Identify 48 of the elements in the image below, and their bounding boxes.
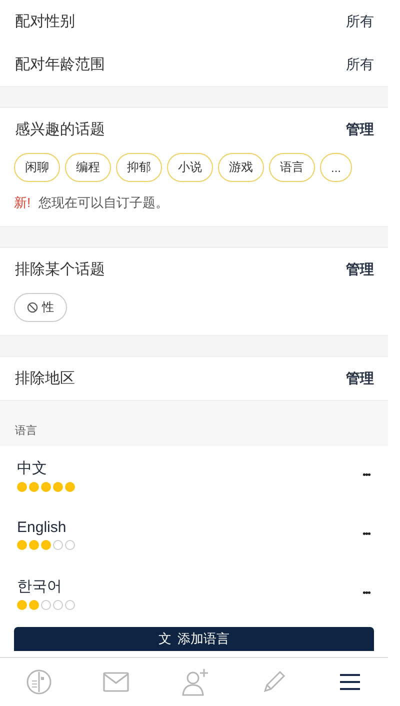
proficiency-dot	[53, 482, 63, 492]
proficiency-dot	[29, 600, 39, 610]
proficiency-dot	[53, 600, 63, 610]
proficiency-dot	[65, 482, 75, 492]
languages-header: 语言	[15, 424, 37, 438]
language-name: English	[17, 519, 68, 536]
topic-tag[interactable]: 抑郁	[116, 153, 162, 182]
excluded-tag[interactable]: 性	[14, 293, 67, 322]
proficiency-dot	[29, 482, 39, 492]
list-icon	[338, 672, 362, 692]
manage-link[interactable]: 管理	[346, 120, 374, 138]
topic-tag[interactable]: 编程	[65, 153, 111, 182]
section-title: 排除地区	[15, 369, 75, 388]
language-name: 中文	[17, 459, 48, 478]
manage-link[interactable]: 管理	[346, 370, 374, 388]
topic-tag[interactable]: 游戏	[218, 153, 264, 182]
proficiency-dot	[41, 540, 51, 550]
topic-tag[interactable]: 语言	[269, 153, 315, 182]
language-name: 한국어	[17, 577, 63, 596]
setting-label: 配对性别	[15, 12, 75, 31]
topic-tag[interactable]: ...	[320, 153, 352, 182]
more-button[interactable]: •••	[362, 588, 370, 599]
setting-value[interactable]: 所有	[346, 12, 374, 30]
proficiency-dot	[41, 482, 51, 492]
proficiency-dot	[53, 540, 63, 550]
proficiency-dot	[29, 540, 39, 550]
proficiency-dot	[65, 540, 75, 550]
setting-value[interactable]: 所有	[346, 56, 374, 74]
proficiency-dot	[65, 600, 75, 610]
topic-tag[interactable]: 小说	[167, 153, 213, 182]
block-icon	[27, 302, 38, 313]
proficiency-dot	[17, 482, 27, 492]
add-language-button[interactable]: 文 添加语言	[14, 627, 374, 651]
section-title: 排除某个话题	[15, 260, 105, 279]
manage-link[interactable]: 管理	[346, 260, 374, 278]
new-label: 新!	[14, 195, 31, 210]
more-button[interactable]: •••	[362, 470, 370, 481]
setting-label: 配对年龄范围	[15, 55, 105, 74]
section-title: 感兴趣的话题	[15, 120, 105, 139]
notice-text: 您现在可以自订子题。	[38, 195, 168, 210]
proficiency-dot	[17, 540, 27, 550]
proficiency-dot	[41, 600, 51, 610]
mail-icon	[103, 672, 130, 692]
proficiency-dot	[17, 600, 27, 610]
add-person-icon	[180, 668, 209, 696]
topic-tag[interactable]: 闲聊	[14, 153, 60, 182]
compass-icon	[26, 669, 52, 695]
more-button[interactable]: •••	[362, 529, 370, 540]
